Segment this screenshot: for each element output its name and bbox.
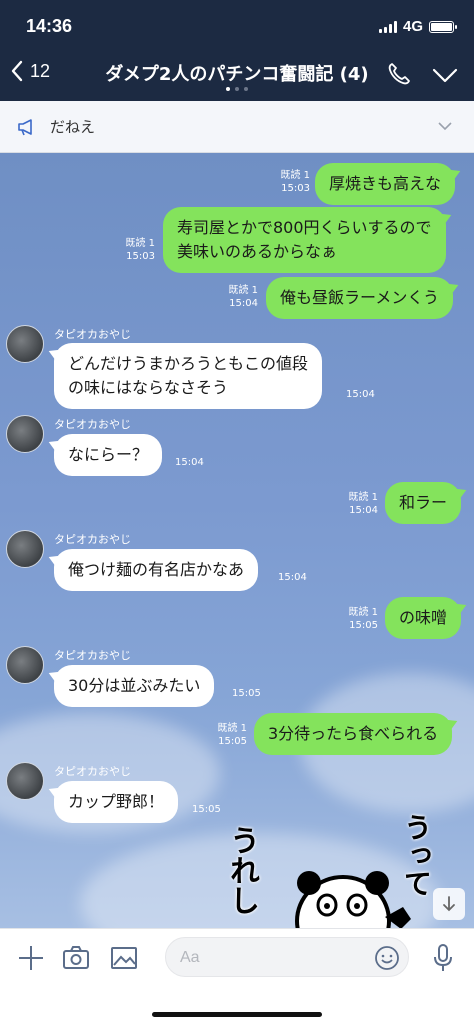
chevron-down-icon [432,68,458,83]
my-message-bubble[interactable]: 3分待ったら食べられる [254,713,453,755]
scroll-to-bottom-button[interactable] [433,888,465,920]
message-time: 15:04 [278,572,307,583]
their-message-bubble[interactable]: どんだけうまかろうともこの値段 の味にはならなさそう [54,343,323,409]
message-time: 15:04 [175,457,204,468]
avatar[interactable] [6,530,44,568]
battery-icon [429,20,457,33]
message-read-meta: 既読 1 15:05 [217,723,247,747]
arrow-down-icon [443,896,455,912]
chat-area[interactable]: 既読 1 15:03 厚焼きも高えな 既読 1 15:03 寿司屋とかで800円くら… [0,153,474,928]
menu-toggle-button[interactable] [430,64,460,86]
camera-icon[interactable] [61,943,91,973]
microphone-icon[interactable] [428,943,458,973]
sender-name: タピオカおやじ [54,328,131,341]
emoji-icon[interactable] [374,945,400,971]
page-dots [0,87,474,91]
plus-icon[interactable] [16,943,46,973]
message-read-meta: 既読 1 15:04 [348,492,378,516]
message-time: 15:04 [346,389,375,400]
message-read-meta: 既読 1 15:03 [280,170,310,194]
sticker-right-text: うって [400,813,433,897]
message-time: 15:05 [192,804,221,815]
my-message-bubble[interactable]: 寿司屋とかで800円くらいするので 美味いのあるからなぁ [163,207,446,273]
sender-name: タピオカおやじ [54,649,131,662]
sticker-left-text: うれし [224,825,259,915]
avatar[interactable] [6,646,44,684]
sender-name: タピオカおやじ [54,765,131,778]
chevron-down-icon[interactable] [436,117,454,135]
announcement-text: だねえ [50,118,96,136]
announcement-bar[interactable]: だねえ [0,101,474,153]
my-message-bubble[interactable]: 俺も昼飯ラーメンくう [266,277,454,319]
phone-icon [388,63,410,85]
message-time: 15:05 [232,688,261,699]
status-time: 14:36 [26,16,73,36]
their-message-bubble[interactable]: なにらー？ [54,434,163,476]
status-indicators: 4G [378,18,457,35]
sender-name: タピオカおやじ [54,533,131,546]
message-input[interactable] [180,946,360,970]
message-input-container [165,937,409,977]
message-read-meta: 既読 1 15:03 [125,238,155,262]
call-button[interactable] [385,60,413,88]
my-message-bubble[interactable]: 厚焼きも高えな [315,163,456,205]
network-type: 4G [402,18,423,35]
avatar[interactable] [6,325,44,363]
my-message-bubble[interactable]: 和ラー [385,482,462,524]
message-read-meta: 既読 1 15:05 [348,607,378,631]
image-icon[interactable] [109,943,139,973]
their-message-bubble[interactable]: カップ野郎！ [54,781,179,823]
home-indicator [152,1012,322,1017]
avatar[interactable] [6,415,44,453]
message-input-bar [0,928,474,1024]
their-message-bubble[interactable]: 30分は並ぶみたい [54,665,215,707]
cellular-signal-icon [378,20,397,33]
their-message-bubble[interactable]: 俺つけ麺の有名店かなあ [54,549,259,591]
my-message-bubble[interactable]: の味噌 [385,597,462,639]
avatar[interactable] [6,762,44,800]
message-read-meta: 既読 1 15:04 [228,285,258,309]
chat-header: 14:36 4G 12 ダメプ2人のパチンコ奮闘記 (4) [0,0,474,101]
megaphone-icon [18,118,32,135]
sender-name: タピオカおやじ [54,418,131,431]
